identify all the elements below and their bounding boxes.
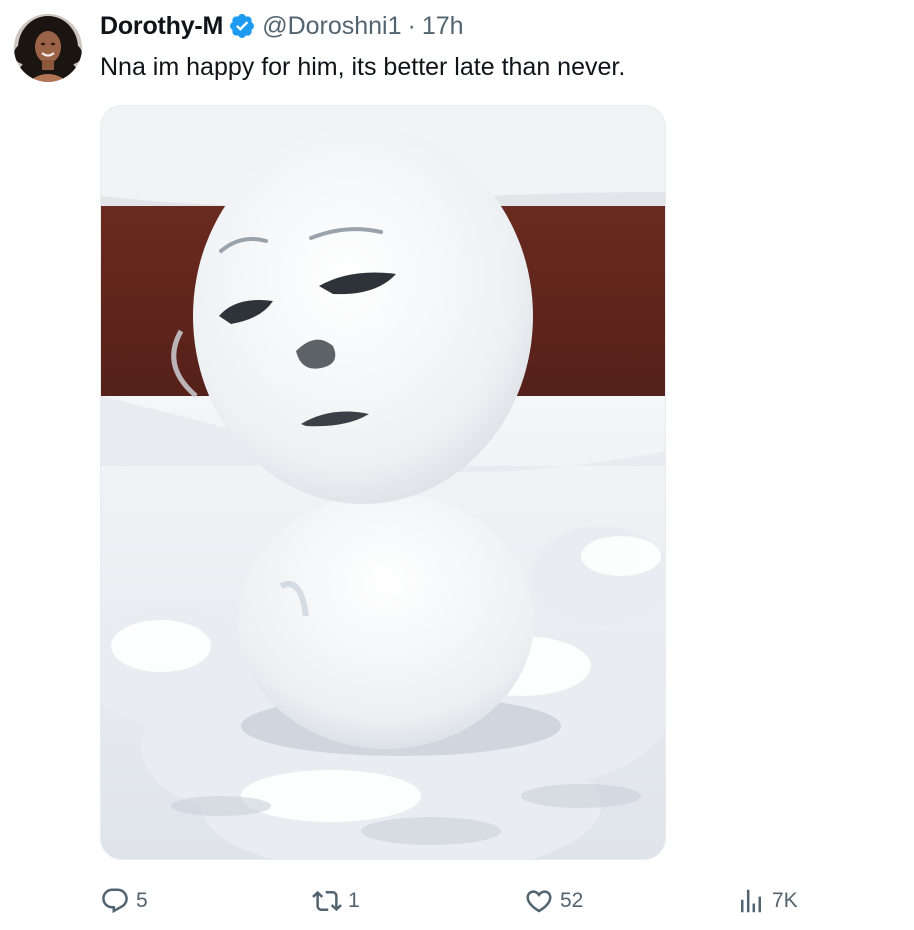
handle[interactable]: @Doroshni1 xyxy=(262,12,401,41)
reply-icon xyxy=(102,888,128,914)
heart-icon xyxy=(526,890,552,913)
views-icon xyxy=(741,889,761,913)
repost-icon xyxy=(312,890,342,912)
reply-button[interactable]: 5 xyxy=(100,882,148,920)
tweet-media-image[interactable] xyxy=(100,105,666,860)
avatar-image xyxy=(14,14,82,82)
views-button[interactable]: 7K xyxy=(736,882,798,920)
avatar[interactable] xyxy=(14,14,82,82)
like-count: 52 xyxy=(560,889,584,912)
separator-dot: · xyxy=(407,11,416,40)
like-button[interactable]: 52 xyxy=(524,882,583,920)
snowman-photo xyxy=(101,106,665,859)
display-name[interactable]: Dorothy-M xyxy=(100,12,223,41)
views-count: 7K xyxy=(772,889,798,912)
action-bar: 5 1 52 7K xyxy=(100,882,820,920)
repost-button[interactable]: 1 xyxy=(312,882,360,920)
tweet-header: Dorothy-M @Doroshni1 · 17h xyxy=(100,10,464,42)
reply-count: 5 xyxy=(136,889,148,912)
verified-badge-icon[interactable] xyxy=(228,12,256,40)
timestamp[interactable]: 17h xyxy=(422,12,464,41)
tweet-text: Nna im happy for him, its better late th… xyxy=(100,53,626,81)
repost-count: 1 xyxy=(348,889,360,912)
